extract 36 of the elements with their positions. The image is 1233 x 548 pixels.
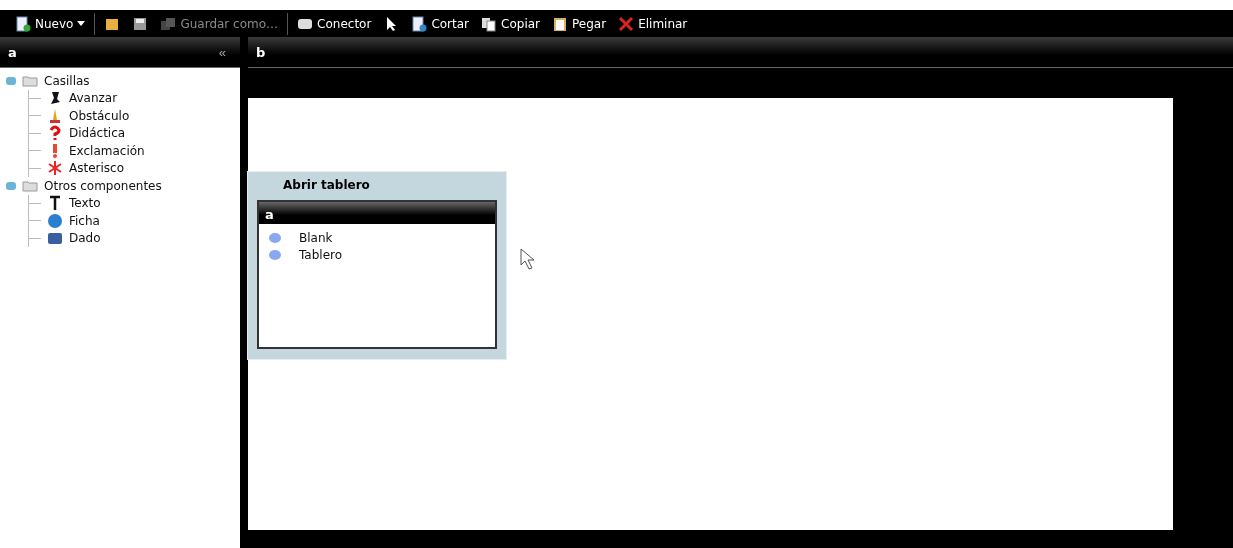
- tree-item[interactable]: Avanzar: [69, 91, 118, 106]
- toolbar-button[interactable]: Pegar: [549, 13, 610, 34]
- letter-t-icon: [47, 195, 63, 212]
- tree-item[interactable]: Dado: [69, 231, 101, 246]
- tree-item[interactable]: Didáctica: [69, 126, 126, 141]
- panel-title: a: [8, 44, 17, 60]
- toolbar-button[interactable]: Eliminar: [615, 13, 691, 34]
- tree-item[interactable]: Exclamación: [69, 143, 145, 158]
- new-document-icon: [15, 15, 31, 32]
- bullet-icon: [269, 232, 281, 243]
- tree-item[interactable]: Asterisco: [69, 161, 124, 176]
- tree-item[interactable]: Casillas: [44, 73, 90, 88]
- toolbar-button[interactable]: Cortar: [408, 13, 473, 34]
- expand-toggle[interactable]: [6, 181, 16, 190]
- list-item[interactable]: Blank: [299, 230, 333, 245]
- expand-toggle[interactable]: [6, 76, 16, 85]
- dialog-title: Abrir tablero: [282, 177, 371, 194]
- asterisk-icon: [47, 160, 63, 177]
- tree-item[interactable]: Ficha: [69, 213, 100, 228]
- tree-item[interactable]: Obstáculo: [69, 108, 130, 123]
- panel-title: b: [256, 44, 266, 60]
- tree-item[interactable]: Texto: [69, 196, 101, 211]
- toolbar-button[interactable]: Conector: [294, 13, 375, 34]
- bullet-icon: [269, 249, 281, 260]
- tree-item[interactable]: Otros componentes: [44, 178, 162, 193]
- clipboard-icon: [552, 15, 568, 32]
- list-item[interactable]: Tablero: [299, 247, 343, 262]
- toolbar-button[interactable]: Nuevo: [12, 13, 89, 34]
- collapse-button[interactable]: «: [212, 43, 232, 61]
- copy-icon: [481, 15, 498, 32]
- disc-icon: [47, 212, 63, 229]
- caret-icon: [77, 21, 86, 26]
- toolbar-button[interactable]: Copiar: [478, 13, 543, 34]
- x-icon: [618, 15, 635, 32]
- question-mark-icon: [47, 125, 63, 142]
- panel-title: a: [265, 207, 274, 222]
